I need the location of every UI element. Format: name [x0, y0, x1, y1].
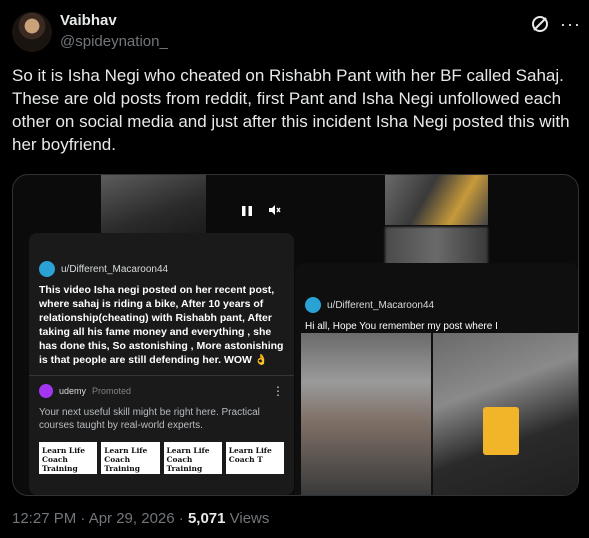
views-count: 5,071 — [187, 510, 226, 527]
blurred-thumbnail — [385, 227, 488, 267]
avatar[interactable] — [12, 12, 52, 52]
author-name[interactable]: Vaibhav — [60, 12, 117, 29]
tweet-media[interactable]: u/Different_Macaroon44 This video Isha n… — [12, 174, 579, 496]
grok-icon[interactable] — [530, 14, 550, 34]
reddit-post-body: This video Isha negi posted on her recen… — [39, 284, 284, 366]
author-handle[interactable]: @spideynation_ — [60, 33, 168, 50]
ad-more-icon: ⋮ — [272, 384, 284, 398]
views-label: Views — [225, 510, 270, 527]
course-card: Learn Life Coach Training — [101, 442, 160, 474]
tweet-timestamp[interactable]: 12:27 PM · Apr 29, 2026 · 5,071 Views — [12, 510, 269, 527]
reddit-user-icon — [305, 297, 321, 313]
reddit-username: u/Different_Macaroon44 — [327, 299, 435, 311]
course-card: Learn Life Coach T — [225, 442, 284, 474]
pause-icon[interactable] — [241, 205, 253, 217]
photo-thumbnail — [385, 175, 488, 225]
ad-promoted: Promoted — [92, 386, 132, 396]
more-options-icon[interactable]: ··· — [560, 14, 580, 34]
snack-bar — [483, 407, 519, 455]
tweet-text: So it is Isha Negi who cheated on Rishab… — [12, 66, 570, 154]
ad-text: Your next useful skill might be right he… — [39, 407, 260, 431]
mute-icon[interactable] — [267, 203, 281, 217]
tweet-time: 12:27 PM · Apr 29, 2026 · — [12, 510, 188, 527]
ad-name: udemy — [59, 386, 87, 396]
ad-block: udemy Promoted ⋮ Your next useful skill … — [29, 384, 294, 474]
reddit-post-body: Hi all, Hope You remember my post where … — [305, 321, 498, 332]
video-frame[interactable] — [101, 175, 206, 235]
reddit-post-card: u/Different_Macaroon44 This video Isha n… — [29, 233, 294, 495]
photo-woman-with-bike — [301, 333, 431, 495]
reddit-username: u/Different_Macaroon44 — [61, 263, 169, 275]
course-card: Learn Life Coach Training — [163, 442, 222, 474]
reddit-user-icon — [39, 261, 55, 277]
divider — [29, 375, 294, 376]
udemy-icon — [39, 384, 53, 398]
course-card: Learn Life Coach Training — [39, 442, 98, 474]
